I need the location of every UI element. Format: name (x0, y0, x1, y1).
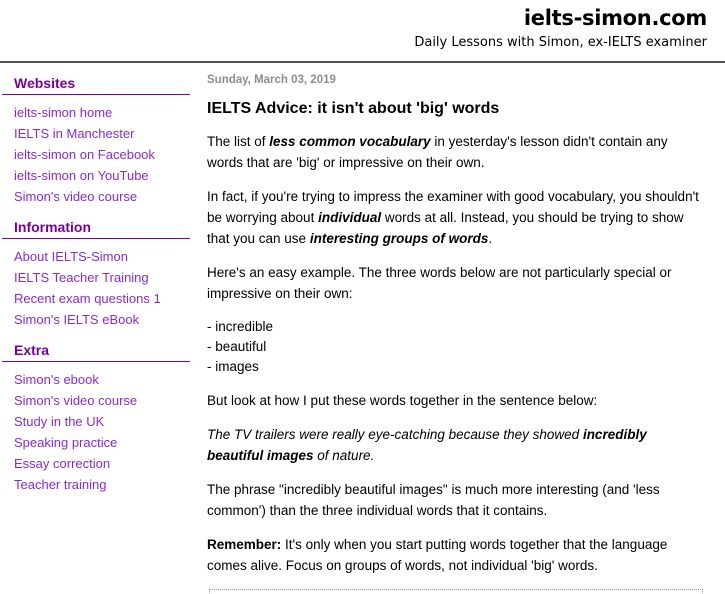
sidebar-heading-information: Information (2, 219, 190, 239)
p1-emphasis: less common vocabulary (269, 134, 431, 149)
sidebar-item-study-in-the-uk[interactable]: Study in the UK (0, 411, 200, 432)
sidebar-item-recent-exam-questions-1[interactable]: Recent exam questions 1 (0, 288, 200, 309)
p2-text-e: . (488, 231, 493, 246)
p2-emphasis-individual: individual (318, 210, 382, 225)
sidebar-section-information: Information About IELTS-Simon IELTS Teac… (0, 219, 200, 330)
sidebar-item-simons-ebook[interactable]: Simon's ebook (0, 369, 200, 390)
post-example-sentence: The TV trailers were really eye-catching… (207, 424, 705, 466)
list-item: - incredible (207, 319, 274, 334)
sidebar-item-ielts-simon-on-facebook[interactable]: ielts-simon on Facebook (0, 144, 200, 165)
p2-emphasis-groups: interesting groups of words (309, 231, 489, 246)
post-paragraph-1: The list of less common vocabulary in ye… (207, 131, 705, 173)
sidebar-heading-extra: Extra (2, 342, 190, 362)
site-title: ielts-simon.com (523, 6, 707, 30)
sidebar-item-speaking-practice[interactable]: Speaking practice (0, 432, 200, 453)
post-body: The list of less common vocabulary in ye… (207, 131, 705, 576)
post-paragraph-4: But look at how I put these words togeth… (207, 393, 598, 408)
p5-text-a: The TV trailers were really eye-catching… (207, 427, 583, 442)
site-header: ielts-simon.com Daily Lessons with Simon… (0, 0, 725, 63)
sidebar-heading-websites: Websites (2, 75, 190, 95)
sidebar-item-ielts-in-manchester[interactable]: IELTS in Manchester (0, 123, 200, 144)
list-item: - beautiful (207, 339, 267, 354)
sidebar-item-essay-correction[interactable]: Essay correction (0, 453, 200, 474)
post-paragraph-2: In fact, if you're trying to impress the… (207, 186, 705, 249)
post-date: Sunday, March 03, 2019 (207, 74, 336, 86)
sidebar-item-simons-video-course[interactable]: Simon's video course (0, 186, 200, 207)
remember-label: Remember: (207, 537, 282, 552)
sidebar-item-ielts-simon-home[interactable]: ielts-simon home (0, 102, 200, 123)
list-item: - images (207, 359, 259, 374)
sidebar-item-about-ielts-simon[interactable]: About IELTS-Simon (0, 246, 200, 267)
sidebar-item-simons-video-course-extra[interactable]: Simon's video course (0, 390, 200, 411)
sidebar-section-websites: Websites ielts-simon home IELTS in Manch… (0, 75, 200, 207)
post-divider (209, 589, 703, 594)
post-paragraph-6: The phrase "incredibly beautiful images"… (207, 482, 660, 518)
sidebar-section-extra: Extra Simon's ebook Simon's video course… (0, 342, 200, 495)
sidebar: Websites ielts-simon home IELTS in Manch… (0, 63, 200, 507)
sidebar-item-teacher-training[interactable]: Teacher training (0, 474, 200, 495)
p1-text-a: The list of (207, 134, 270, 149)
post-paragraph-3: Here's an easy example. The three words … (207, 265, 672, 301)
p5-text-c: of nature. (313, 448, 375, 463)
page-body: Websites ielts-simon home IELTS in Manch… (0, 63, 725, 594)
sidebar-item-ielts-teacher-training[interactable]: IELTS Teacher Training (0, 267, 200, 288)
post-paragraph-remember: Remember: It's only when you start putti… (207, 534, 705, 576)
main-content: Sunday, March 03, 2019 IELTS Advice: it … (200, 63, 725, 594)
site-tagline: Daily Lessons with Simon, ex-IELTS exami… (414, 35, 707, 50)
post-title: IELTS Advice: it isn't about 'big' words (207, 100, 500, 117)
sidebar-item-simons-ielts-ebook[interactable]: Simon's IELTS eBook (0, 309, 200, 330)
sidebar-item-ielts-simon-on-youtube[interactable]: ielts-simon on YouTube (0, 165, 200, 186)
